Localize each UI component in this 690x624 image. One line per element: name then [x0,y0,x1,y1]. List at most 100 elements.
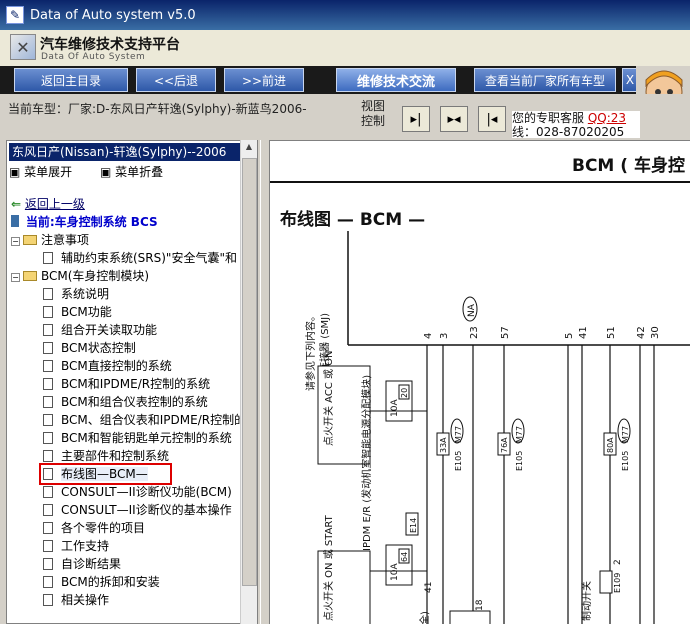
tree-item[interactable]: BCM和组合仪表控制的系统 [43,393,208,411]
tree-item[interactable]: 主要部件和控制系统 [43,447,169,465]
tree-item[interactable]: 各个零件的项目 [43,519,145,537]
current-system-label: 当前:车身控制系统 BCS [25,215,158,229]
tree-item[interactable]: BCM和智能钥匙单元控制的系统 [43,429,232,447]
tree-item-label: BCM的拆卸和安装 [61,575,160,589]
brand-header: ✕ 汽车维修技术支持平台 Data Of Auto System [0,30,690,66]
service-info: 您的专职客服 QQ:23 线：028-87020205 [512,111,640,138]
scroll-up-arrow-icon[interactable]: ▲ [243,142,255,154]
back-button[interactable]: <<后退 [136,68,216,92]
back-up-link[interactable]: ⇐ 返回上一级 [11,195,85,213]
ign-acc-label: 点火开关 ACC 或 ON [322,350,335,446]
window-titlebar: ✎ Data of Auto system v5.0 [0,0,690,30]
tree-item[interactable]: CONSULT—II诊断仪的基本操作 [43,501,232,519]
note-text: 请参见下列内容。 [304,311,317,391]
connector-code: M77 [515,426,524,443]
forward-button[interactable]: >>前进 [224,68,304,92]
connector-label: 76A [500,437,509,453]
tech-exchange-button[interactable]: 维修技术交流 [336,68,456,92]
ign-start-label: 点火开关 ON 或 START [322,514,335,621]
connector-code: E105 [515,451,524,471]
view-right-button[interactable]: ▸| [402,106,430,132]
back-up-label: 返回上一级 [24,197,85,211]
tree-item-label: 相关操作 [61,593,110,607]
tree-item-label: BCM和IPDME/R控制的系统 [61,377,211,391]
tree-item[interactable]: 工作支持 [43,537,109,555]
tree-item-label: BCM状态控制 [61,341,136,355]
page-icon [43,432,53,444]
tree-item[interactable]: 系统说明 [43,285,109,303]
nav-panel: 东风日产(Nissan)-轩逸(Sylphy)--2006 ▣ 菜单展开 ▣ 菜… [6,140,258,624]
view-center-button[interactable]: ▸◂ [440,106,468,132]
wire-number: 51 [606,326,617,339]
page-icon [43,360,53,372]
back-arrow-icon: ⇐ [11,197,22,211]
connector-code: M77 [621,426,630,443]
tree-item[interactable]: 辅助约束系统(SRS)"安全气囊"和 [43,249,237,267]
connector-label: 80A [606,437,615,453]
tree-item[interactable]: 自诊断结果 [43,555,121,573]
current-system: 当前:车身控制系统 BCS [11,213,158,231]
wire-2-label: 2 [613,559,623,565]
page-icon [43,504,53,516]
tree-item[interactable]: 布线图—BCM— [39,463,172,485]
collapse-toggle-icon[interactable]: − [11,237,20,246]
collapse-all-button[interactable]: ▣ 菜单折叠 [100,165,175,179]
tree-item[interactable]: BCM、组合仪表和IPDME/R控制的 [43,411,246,429]
tree-item[interactable]: BCM直接控制的系统 [43,357,172,375]
page-icon [43,396,53,408]
wire-41-label: 41 [424,582,434,593]
service-qq-link[interactable]: QQ:23 [588,111,626,125]
page-icon [43,306,53,318]
tree-item-label: CONSULT—II诊断仪的基本操作 [61,503,232,517]
page-icon [43,324,53,336]
wire-number: 23 [469,326,480,339]
ipdm-label: IPDM E/R (发动机室智能电源分配模块) [360,375,373,551]
tree-item[interactable]: CONSULT—II诊断仪功能(BCM) [43,483,232,501]
connector-code: E105 [454,451,463,471]
wiring-diagram: 请参见下列内容。(M77) - 超多路连接器 (SMJ)432357541514… [304,231,690,624]
tree-folder[interactable]: − 注意事项 [11,231,89,249]
tree-item-label: 系统说明 [61,287,110,301]
tree-item[interactable]: BCM的拆卸和安装 [43,573,160,591]
tree-item-label: BCM和智能钥匙单元控制的系统 [61,431,232,445]
expand-all-button[interactable]: ▣ 菜单展开 [9,165,84,179]
fuse1-no-label: 20 [400,388,409,398]
page-icon [43,342,53,354]
brake-switch-label: 制动开关 [580,581,593,621]
model-select[interactable]: 东风日产(Nissan)-轩逸(Sylphy)--2006 [9,143,241,161]
expand-all-label: 菜单展开 [24,165,73,179]
document-view: BCM ( 车身控 布线图 — BCM — 请参见下列内容。(M77) - 超多… [270,140,690,624]
side-label: 全) [418,611,431,624]
e14-label: E14 [409,518,418,533]
wire-number: 57 [500,326,511,339]
tree-item-label: 主要部件和控制系统 [61,449,170,463]
tree-folder[interactable]: − BCM(车身控制模块) [11,267,149,285]
nav-scrollbar[interactable]: ▲ [240,140,257,624]
panel-splitter[interactable] [260,140,270,624]
scroll-thumb[interactable] [242,158,257,586]
view-all-models-button[interactable]: 查看当前厂家所有车型 [474,68,616,92]
na-label: NA [467,303,477,317]
tree-item-label: 自诊断结果 [61,557,122,571]
view-control-label: 视图控制 [361,99,386,128]
tree-item[interactable]: BCM状态控制 [43,339,136,357]
tree-item-label: 组合开关读取功能 [61,323,158,337]
collapse-toggle-icon[interactable]: − [11,273,20,282]
page-icon [43,594,53,606]
view-left-button[interactable]: |◂ [478,106,506,132]
page-icon [43,522,53,534]
folder-icon [23,235,37,245]
wire-number: 42 [636,326,647,339]
tree-item[interactable]: BCM和IPDME/R控制的系统 [43,375,210,393]
expand-collapse-row: ▣ 菜单展开 ▣ 菜单折叠 [9,163,187,180]
tree-item-label: 布线图—BCM— [61,467,148,481]
tree-item[interactable]: 相关操作 [43,591,109,609]
wire-number: 3 [439,333,450,339]
page-icon [43,378,53,390]
tree-item[interactable]: BCM功能 [43,303,112,321]
home-button[interactable]: 返回主目录 [14,68,128,92]
page-icon [43,540,53,552]
tree-item[interactable]: 组合开关读取功能 [43,321,157,339]
page-icon [43,558,53,570]
fuse1-label: 10A [390,399,400,417]
